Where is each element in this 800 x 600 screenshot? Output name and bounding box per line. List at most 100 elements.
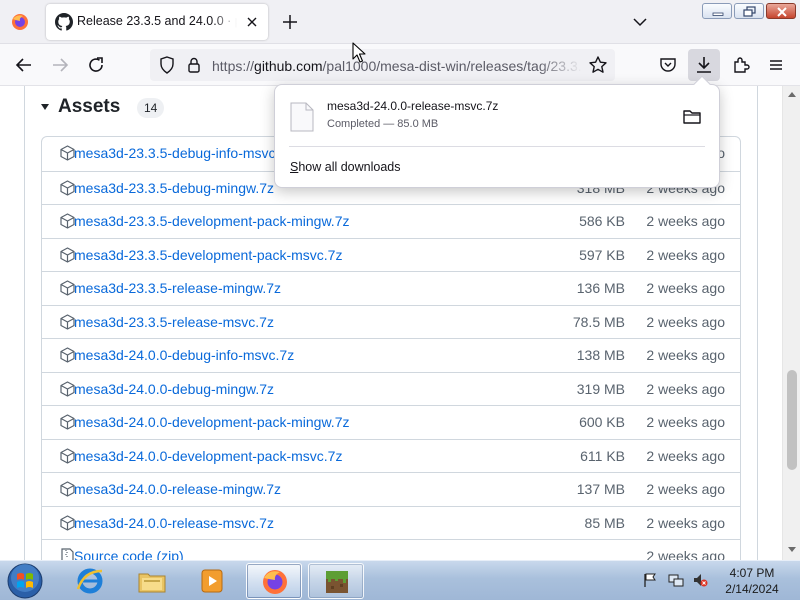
menu-icon[interactable]: [764, 53, 788, 77]
asset-size: 138 MB: [576, 347, 625, 363]
asset-row: mesa3d-24.0.0-development-pack-msvc.7z 61…: [42, 438, 740, 473]
package-icon: [60, 380, 75, 397]
asset-date: 2 weeks ago: [646, 313, 725, 330]
downloads-button[interactable]: [688, 49, 720, 81]
asset-link[interactable]: mesa3d-24.0.0-development-pack-msvc.7z: [74, 448, 342, 464]
back-arrow-icon[interactable]: [12, 53, 36, 77]
file-icon: [290, 102, 314, 132]
asset-size: 319 MB: [576, 380, 625, 397]
asset-row: mesa3d-24.0.0-release-mingw.7z 137 MB 2 we…: [42, 472, 740, 506]
mouse-cursor-icon: [352, 42, 366, 63]
asset-row: mesa3d-24.0.0-debug-info-msvc.7z 138 MB 2 …: [42, 338, 740, 372]
asset-link[interactable]: mesa3d-24.0.0-release-msvc.7z: [74, 515, 274, 531]
asset-row: mesa3d-23.3.5-development-pack-mingw.7z 5…: [42, 204, 740, 238]
reload-icon[interactable]: [84, 53, 108, 77]
asset-size: 611 KB: [580, 447, 625, 464]
minimize-button[interactable]: [702, 3, 732, 19]
volume-muted-icon[interactable]: [692, 572, 708, 588]
asset-size: 597 KB: [579, 246, 625, 263]
taskbar-firefox[interactable]: [246, 563, 302, 599]
asset-size: 137 MB: [576, 481, 625, 497]
show-all-downloads-button[interactable]: Show all downloads: [290, 160, 401, 174]
address-bar[interactable]: https://github.com/pal1000/mesa-dist-win…: [150, 49, 615, 81]
scroll-down-icon[interactable]: [787, 546, 797, 554]
asset-row: mesa3d-23.3.5-release-mingw.7z 136 MB 2 we…: [42, 271, 740, 305]
asset-link[interactable]: mesa3d-23.3.5-release-msvc.7z: [74, 314, 274, 330]
minecraft-icon: [326, 571, 348, 593]
asset-link[interactable]: mesa3d-24.0.0-release-mingw.7z: [74, 481, 281, 497]
plus-icon[interactable]: [278, 10, 302, 34]
package-icon: [60, 246, 75, 263]
asset-date: 2 weeks ago: [646, 548, 725, 560]
asset-link[interactable]: mesa3d-24.0.0-debug-mingw.7z: [74, 381, 274, 397]
asset-row: mesa3d-24.0.0-development-pack-mingw.7z 6…: [42, 405, 740, 439]
asset-size: 586 KB: [579, 213, 625, 229]
asset-row: mesa3d-24.0.0-release-msvc.7z 85 MB 2 week…: [42, 505, 740, 540]
asset-link[interactable]: mesa3d-23.3.5-development-pack-mingw.7z: [74, 213, 349, 229]
zip-icon: [61, 548, 74, 560]
pocket-icon[interactable]: [656, 53, 680, 77]
asset-link[interactable]: mesa3d-23.3.5-debug-mingw.7z: [74, 180, 274, 196]
asset-link[interactable]: mesa3d-24.0.0-debug-info-msvc.7z: [74, 347, 294, 363]
firefox-icon[interactable]: [10, 12, 30, 32]
asset-row: Source code (zip) 2 weeks ago: [42, 539, 740, 560]
asset-link[interactable]: mesa3d-24.0.0-development-pack-mingw.7z: [74, 414, 349, 430]
asset-link[interactable]: mesa3d-23.3.5-development-pack-msvc.7z: [74, 247, 342, 263]
asset-link[interactable]: Source code (zip): [74, 548, 184, 560]
star-icon[interactable]: [586, 53, 610, 77]
file-explorer-icon: [138, 573, 166, 593]
internet-explorer-icon: [76, 568, 103, 594]
asset-date: 2 weeks ago: [646, 213, 725, 229]
folder-icon[interactable]: [681, 107, 703, 127]
divider: [289, 146, 705, 147]
asset-list: mesa3d-23.3.5-debug-info-msvc.7z 2 weeks …: [41, 136, 741, 560]
extensions-icon[interactable]: [729, 53, 753, 77]
asset-size: 78.5 MB: [572, 313, 625, 330]
taskbar: 4:07 PM 2/14/2024: [0, 560, 800, 600]
tab-title: Release 23.3.5 and 24.0.0 · pal1000/mesa…: [77, 14, 237, 28]
taskbar-minecraft[interactable]: [308, 563, 364, 599]
caret-down-icon[interactable]: [40, 102, 50, 112]
package-icon: [60, 414, 75, 430]
page-scrollbar[interactable]: [782, 86, 800, 560]
firefox-icon: [263, 570, 287, 594]
taskbar-file-explorer[interactable]: [124, 563, 180, 599]
shield-icon[interactable]: [155, 53, 179, 77]
assets-count-badge: 14: [137, 98, 165, 118]
package-icon: [60, 179, 75, 196]
asset-size: 600 KB: [579, 414, 625, 430]
system-clock[interactable]: 4:07 PM 2/14/2024: [716, 565, 788, 597]
downloads-panel: mesa3d-24.0.0-release-msvc.7z Completed …: [274, 75, 720, 188]
download-file-name: mesa3d-24.0.0-release-msvc.7z: [327, 99, 499, 113]
url-text[interactable]: https://github.com/pal1000/mesa-dist-win…: [212, 58, 582, 74]
clock-date: 2/14/2024: [725, 582, 779, 596]
flag-icon[interactable]: [642, 572, 658, 588]
media-player-icon: [201, 569, 223, 593]
asset-link[interactable]: mesa3d-23.3.5-release-mingw.7z: [74, 280, 281, 296]
asset-date: 2 weeks ago: [646, 481, 725, 497]
tab-bar: Release 23.3.5 and 24.0.0 · pal1000/mesa…: [0, 0, 800, 44]
package-icon: [60, 447, 75, 464]
asset-date: 2 weeks ago: [646, 347, 725, 363]
package-icon: [60, 481, 75, 497]
asset-date: 2 weeks ago: [646, 280, 725, 296]
windows-start-icon[interactable]: [5, 562, 45, 600]
taskbar-media-player[interactable]: [184, 563, 240, 599]
asset-row: mesa3d-23.3.5-release-msvc.7z 78.5 MB 2 we…: [42, 304, 740, 339]
chevron-down-icon[interactable]: [628, 12, 652, 32]
navigation-toolbar: https://github.com/pal1000/mesa-dist-win…: [0, 44, 800, 86]
window-close-button[interactable]: [766, 3, 796, 19]
package-icon: [60, 213, 75, 229]
asset-link[interactable]: mesa3d-23.3.5-debug-info-msvc.7z: [74, 145, 294, 161]
scroll-thumb[interactable]: [787, 370, 797, 470]
close-icon[interactable]: [242, 12, 262, 32]
network-icon[interactable]: [668, 572, 684, 588]
restore-button[interactable]: [734, 3, 764, 19]
browser-tab[interactable]: Release 23.3.5 and 24.0.0 · pal1000/mesa…: [46, 4, 268, 40]
site-info-icon[interactable]: [182, 53, 206, 77]
package-icon: [60, 145, 75, 161]
forward-arrow-icon[interactable]: [48, 53, 72, 77]
assets-title: Assets: [58, 96, 121, 117]
taskbar-internet-explorer[interactable]: [62, 563, 118, 599]
scroll-up-icon[interactable]: [787, 90, 797, 98]
